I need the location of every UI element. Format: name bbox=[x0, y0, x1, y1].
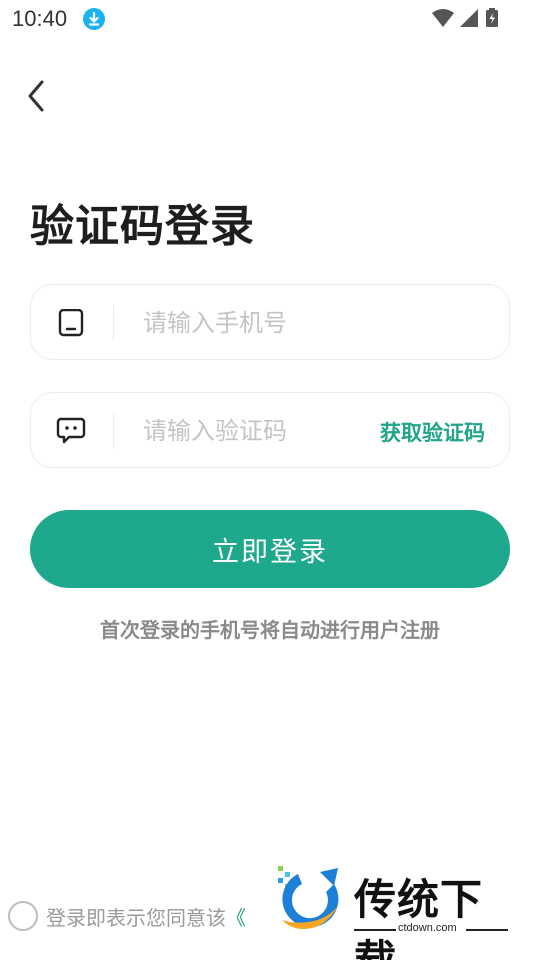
agreement-text: 登录即表示您同意该 bbox=[46, 905, 226, 930]
phone-icon bbox=[58, 309, 84, 337]
page-title: 验证码登录 bbox=[30, 201, 255, 252]
watermark-name: 传统下载 bbox=[354, 875, 484, 960]
download-icon bbox=[83, 8, 105, 30]
status-system-icons bbox=[432, 8, 498, 27]
watermark-url: ctdown.com bbox=[398, 922, 457, 934]
get-code-button[interactable]: 获取验证码 bbox=[380, 417, 485, 447]
phone-field bbox=[30, 284, 510, 360]
watermark: 传统下载 ctdown.com bbox=[268, 862, 518, 960]
signal-icon bbox=[460, 9, 478, 27]
code-field: 获取验证码 bbox=[30, 392, 510, 468]
message-icon bbox=[56, 417, 86, 444]
chevron-left-icon bbox=[28, 80, 44, 112]
login-button[interactable]: 立即登录 bbox=[30, 510, 510, 588]
battery-charging-icon bbox=[486, 8, 498, 27]
watermark-rule bbox=[466, 929, 508, 931]
code-input[interactable] bbox=[143, 409, 373, 453]
watermark-logo-icon bbox=[278, 866, 339, 929]
register-hint: 首次登录的手机号将自动进行用户注册 bbox=[100, 618, 440, 642]
status-time: 10:40 bbox=[12, 6, 68, 31]
field-divider bbox=[113, 413, 114, 449]
agreement-link[interactable]: 《 bbox=[226, 902, 246, 931]
field-divider bbox=[113, 305, 114, 341]
wifi-icon bbox=[432, 9, 454, 27]
back-button[interactable] bbox=[16, 76, 56, 116]
phone-input[interactable] bbox=[143, 301, 373, 345]
agreement-checkbox[interactable] bbox=[8, 901, 38, 931]
watermark-rule bbox=[354, 929, 396, 931]
status-bar: 10:40 bbox=[0, 0, 540, 38]
agreement-row: 登录即表示您同意该 《 bbox=[8, 900, 246, 932]
